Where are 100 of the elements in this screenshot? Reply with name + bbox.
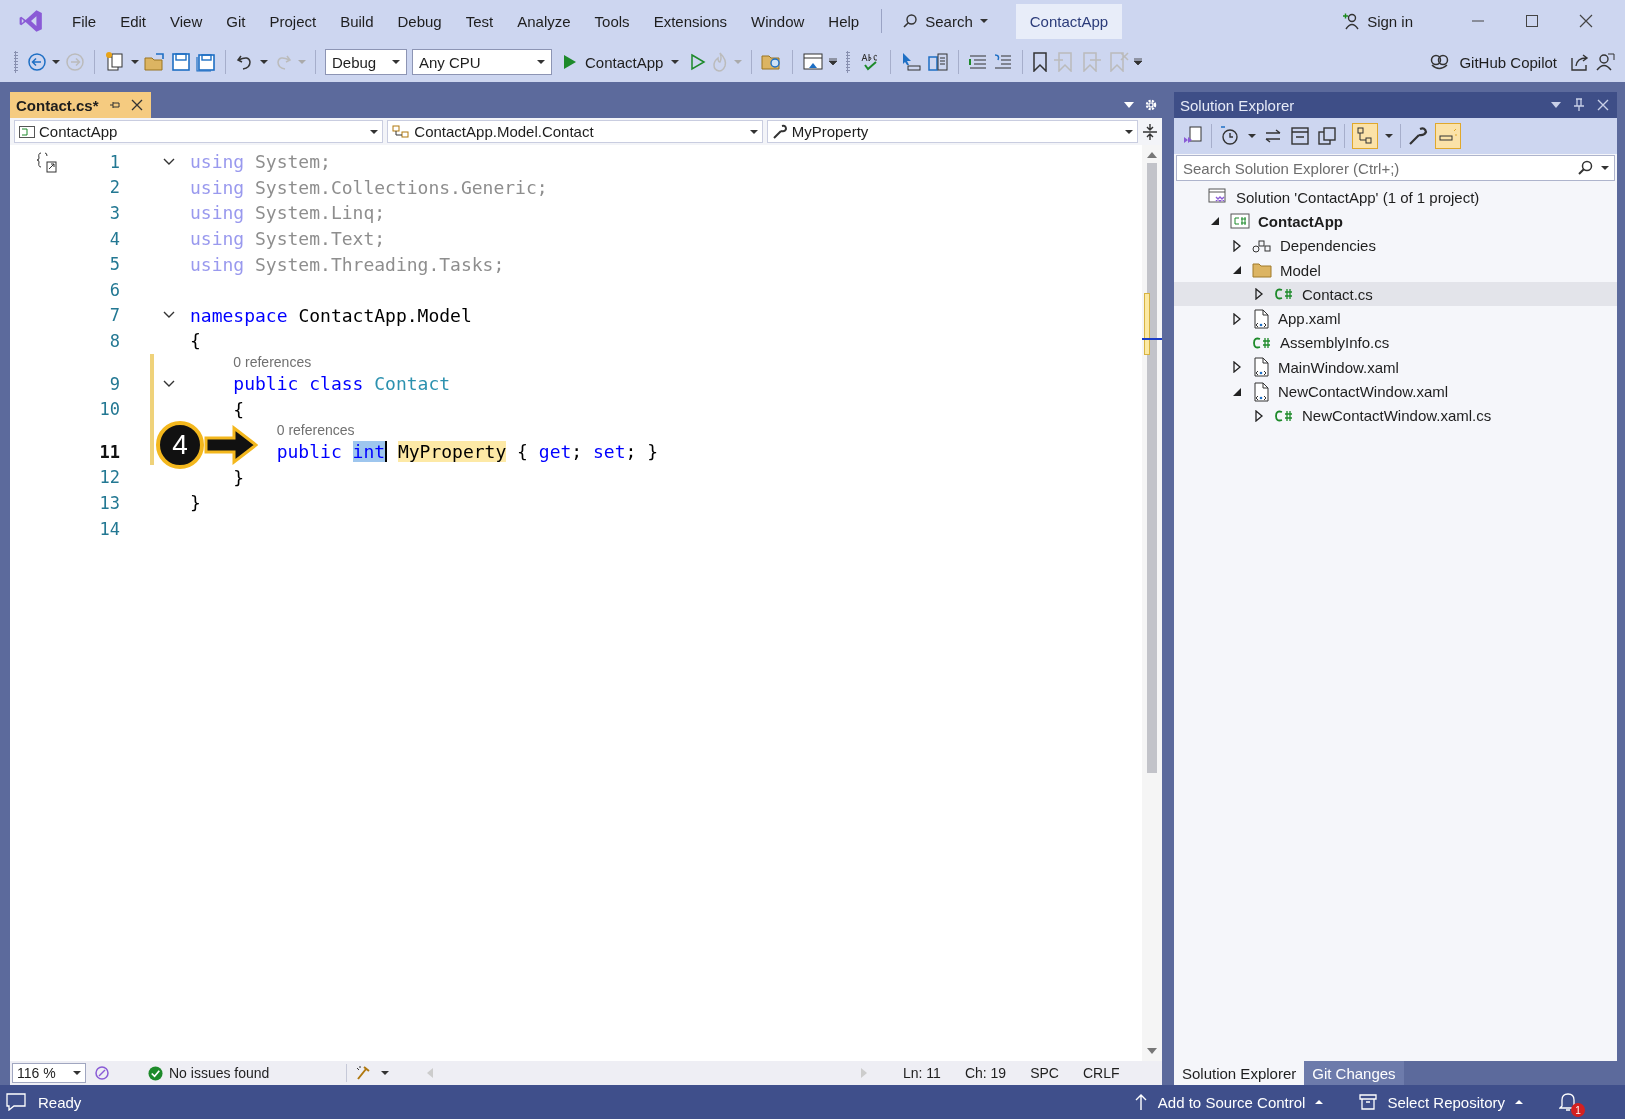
collapsed-icon[interactable] <box>1232 312 1242 325</box>
menu-item[interactable]: Help <box>816 12 872 30</box>
search-field[interactable]: Search Solution Explorer (Ctrl+;) <box>1176 155 1615 181</box>
menu-item[interactable]: Debug <box>385 12 454 30</box>
tree-view-icon[interactable] <box>1352 123 1378 149</box>
panel-tab[interactable]: Git Changes <box>1304 1061 1404 1085</box>
close-icon[interactable] <box>130 99 143 111</box>
collapse-icon[interactable] <box>163 157 175 166</box>
feedback-icon[interactable] <box>1595 52 1615 72</box>
open-folder-icon[interactable] <box>144 52 166 72</box>
notification-badge: 1 <box>1571 1103 1585 1117</box>
caret-position[interactable]: Ch: 19 <box>964 1065 1007 1081</box>
caret-icon[interactable] <box>260 59 268 65</box>
overflow-icon[interactable] <box>1134 58 1143 66</box>
collapse-icon[interactable] <box>163 311 175 320</box>
collapse-all-icon[interactable] <box>1290 126 1310 146</box>
settings-icon[interactable] <box>1144 98 1158 112</box>
tree-item[interactable]: ContactApp <box>1174 209 1617 234</box>
menu-item[interactable]: Git <box>214 12 258 30</box>
collapse-icon[interactable] <box>163 379 175 388</box>
zoom-dropdown[interactable]: 116 % <box>12 1063 86 1083</box>
caret-position[interactable]: CRLF <box>1082 1065 1120 1081</box>
window-icon[interactable] <box>802 52 825 72</box>
new-project-icon[interactable] <box>104 51 126 73</box>
comment-icon[interactable] <box>968 52 989 72</box>
expanded-icon[interactable] <box>1210 216 1220 227</box>
overflow-icon[interactable] <box>829 58 838 66</box>
tree-item[interactable]: NewContactWindow.xaml <box>1174 379 1617 404</box>
save-all-icon[interactable] <box>196 52 216 72</box>
tree-item[interactable]: AssemblyInfo.cs <box>1174 330 1617 356</box>
menu-item[interactable]: Project <box>257 12 329 30</box>
cursor-icon[interactable] <box>900 52 923 72</box>
tree-item[interactable]: Model <box>1174 257 1617 283</box>
panel-tab[interactable]: Solution Explorer <box>1174 1061 1305 1085</box>
dropdown-icon[interactable] <box>1124 101 1134 109</box>
issues-status[interactable]: No issues found <box>148 1065 338 1081</box>
sign-in-button[interactable]: Sign in <box>1342 12 1413 30</box>
bell-icon[interactable] <box>1559 1092 1577 1112</box>
maximize-icon[interactable] <box>1525 14 1539 28</box>
caret-icon[interactable] <box>131 59 139 65</box>
menu-item[interactable]: Edit <box>108 12 159 30</box>
collapsed-icon[interactable] <box>1232 361 1242 374</box>
dropdown-icon[interactable] <box>1551 101 1561 109</box>
menu-item[interactable]: Tools <box>582 12 642 30</box>
menu-item[interactable]: Build <box>328 12 386 30</box>
back-icon[interactable] <box>27 52 47 72</box>
share-icon[interactable] <box>1570 52 1590 72</box>
history-icon[interactable] <box>1219 125 1241 147</box>
bookmark-icon[interactable] <box>1032 52 1049 72</box>
tree-item[interactable]: Solution 'ContactApp' (1 of 1 project) <box>1174 185 1617 210</box>
navigation-dropdown[interactable]: MyProperty <box>766 120 1139 143</box>
search-button[interactable]: Search <box>892 12 998 30</box>
platform-dropdown[interactable]: Any CPU <box>412 49 552 75</box>
collapsed-icon[interactable] <box>1232 239 1242 252</box>
collapsed-icon[interactable] <box>1254 409 1264 422</box>
tree-item[interactable]: App.xaml <box>1174 306 1617 331</box>
menu-item[interactable]: Analyze <box>505 12 583 30</box>
split-icon[interactable] <box>1142 122 1158 141</box>
caret-position[interactable]: Ln: 11 <box>903 1065 941 1081</box>
expanded-icon[interactable] <box>1232 265 1242 276</box>
menu-item[interactable]: Test <box>453 12 506 30</box>
code-lens[interactable]: 0 references <box>233 354 312 371</box>
tree-item[interactable]: MainWindow.xaml <box>1174 355 1617 380</box>
copilot-button[interactable]: GitHub Copilot <box>1429 52 1557 72</box>
pin-icon[interactable] <box>1573 98 1585 112</box>
scroll-up-icon[interactable] <box>1147 151 1157 159</box>
play-outline-icon[interactable] <box>690 53 707 71</box>
navigation-dropdown[interactable]: ContactApp <box>14 120 384 143</box>
close-icon[interactable] <box>1579 14 1593 28</box>
pin-icon[interactable] <box>108 99 121 111</box>
tree-item[interactable]: NewContactWindow.xaml.cs <box>1174 403 1617 428</box>
repository-button[interactable]: Select Repository <box>1359 1093 1523 1111</box>
navigation-dropdown[interactable]: ContactApp.Model.Contact <box>387 120 763 143</box>
menu-item[interactable]: View <box>158 12 215 30</box>
tree-item[interactable]: Dependencies <box>1174 233 1617 258</box>
code-lens[interactable]: 0 references <box>276 422 355 439</box>
vertical-scrollbar[interactable] <box>1142 145 1162 1061</box>
caret-icon[interactable] <box>381 1070 389 1076</box>
start-button[interactable]: ContactApp <box>557 53 686 71</box>
caret-icon[interactable] <box>1385 133 1393 139</box>
uncomment-icon[interactable] <box>993 52 1014 72</box>
caret-icon[interactable] <box>1248 133 1256 139</box>
search-icon[interactable] <box>1577 160 1593 176</box>
expanded-icon[interactable] <box>1232 386 1242 397</box>
menu-item[interactable]: Extensions <box>641 12 739 30</box>
preview-icon[interactable] <box>1435 123 1461 149</box>
collapsed-icon[interactable] <box>1254 288 1264 301</box>
save-icon[interactable] <box>171 52 191 72</box>
caret-icon[interactable] <box>1601 165 1609 171</box>
scroll-down-icon[interactable] <box>1147 1047 1157 1055</box>
tree-item[interactable]: Contact.cs <box>1174 282 1617 307</box>
caret-position[interactable]: SPC <box>1030 1065 1059 1081</box>
copy-icon[interactable] <box>1317 126 1337 146</box>
source-control-button[interactable]: Add to Source Control <box>1133 1093 1324 1111</box>
caret-icon[interactable] <box>52 59 60 65</box>
copy-icon[interactable] <box>927 52 950 72</box>
document-tab[interactable]: Contact.cs* <box>10 92 151 118</box>
menu-item[interactable]: Window <box>739 12 817 30</box>
menu-item[interactable]: File <box>60 12 109 30</box>
configuration-dropdown[interactable]: Debug <box>325 49 407 75</box>
